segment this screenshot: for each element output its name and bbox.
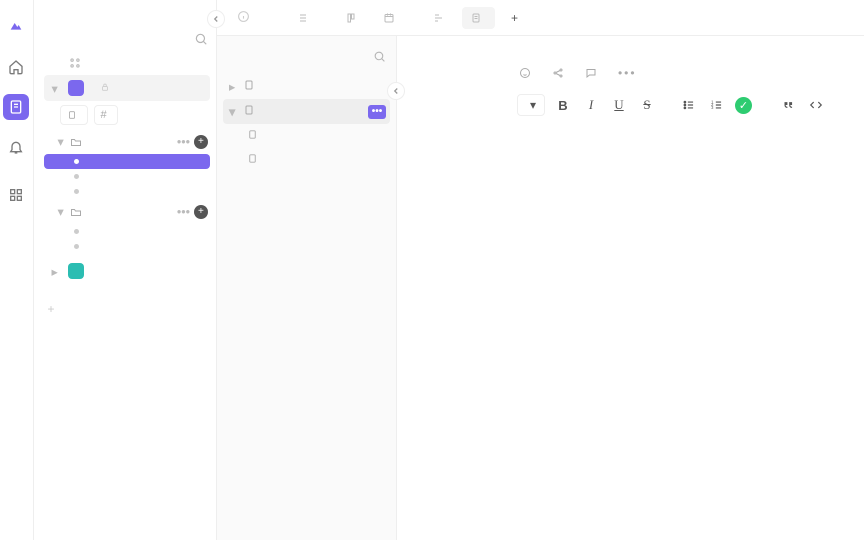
lock-icon xyxy=(100,81,110,95)
tab-calendar[interactable] xyxy=(375,7,421,29)
folder-class-management[interactable]: ▾ ••• + xyxy=(44,199,210,224)
page-so-many-kings[interactable] xyxy=(223,148,390,172)
grid-icon xyxy=(68,56,82,70)
comment-icon xyxy=(585,67,597,79)
docs-nav-icon[interactable] xyxy=(3,94,29,120)
main: + ▸ ▾ ••• xyxy=(217,0,864,540)
list-economics[interactable] xyxy=(44,184,210,199)
list-classes[interactable] xyxy=(44,224,210,239)
page-english-kings[interactable]: ▾ ••• xyxy=(223,99,390,124)
hidden-spaces-label[interactable] xyxy=(44,284,210,296)
sidebar: ▾ # ▾ ••• + xyxy=(34,0,217,540)
page-class-notes[interactable]: ▸ xyxy=(223,74,390,99)
tab-class-notes[interactable] xyxy=(462,7,495,29)
apps-icon[interactable] xyxy=(3,182,29,208)
bullet-icon xyxy=(74,244,79,249)
board-icon xyxy=(346,12,358,24)
document-area: ••• ▾ B I U S 123 ✓ xyxy=(397,36,864,540)
paragraph-style-select[interactable]: ▾ xyxy=(517,94,545,116)
chevron-right-icon: ▸ xyxy=(52,264,62,279)
comments-button[interactable] xyxy=(585,67,602,79)
add-icon[interactable]: + xyxy=(194,135,208,149)
search-icon[interactable] xyxy=(194,32,208,49)
gantt-icon xyxy=(433,12,445,24)
sidebar-collapse-icon[interactable] xyxy=(207,10,225,28)
numbered-list-button[interactable]: 123 xyxy=(707,95,727,115)
chevron-right-icon: ▸ xyxy=(229,79,237,94)
more-icon[interactable]: ••• xyxy=(177,135,190,149)
space-pills: # xyxy=(44,101,210,129)
folder-student[interactable]: ▾ ••• + xyxy=(44,129,210,154)
link-button[interactable] xyxy=(834,95,854,115)
share-icon xyxy=(552,67,564,79)
chevron-down-icon: ▾ xyxy=(58,204,64,219)
sidebar-everything[interactable] xyxy=(44,51,210,75)
tab-board[interactable] xyxy=(338,7,371,29)
tab-tests[interactable] xyxy=(288,7,334,29)
bullet-icon xyxy=(74,189,79,194)
code-button[interactable] xyxy=(806,95,826,115)
plus-icon: + xyxy=(48,302,55,316)
bullet-icon xyxy=(74,174,79,179)
doc-icon xyxy=(243,79,255,94)
italic-button[interactable]: I xyxy=(581,95,601,115)
list-icon xyxy=(296,12,308,24)
space-test[interactable]: ▸ xyxy=(44,258,210,284)
topbar: + xyxy=(217,0,864,36)
favorites-heading xyxy=(44,10,210,18)
spaces-heading xyxy=(46,37,50,45)
list-history-101[interactable] xyxy=(44,154,210,169)
more-icon[interactable]: ••• xyxy=(618,66,637,80)
folder-icon xyxy=(70,136,82,148)
strike-button[interactable]: S xyxy=(637,95,657,115)
checklist-button[interactable]: ✓ xyxy=(735,97,752,114)
list-assignment-submission[interactable] xyxy=(44,239,210,254)
page-henry-viii[interactable] xyxy=(223,124,390,148)
folder-icon xyxy=(70,206,82,218)
nav-rail xyxy=(0,0,34,540)
quote-button[interactable] xyxy=(778,95,798,115)
underline-button[interactable]: U xyxy=(609,95,629,115)
space-avatar-icon xyxy=(68,263,84,279)
calendar-icon xyxy=(383,12,395,24)
editor-toolbar: ▾ B I U S 123 ✓ xyxy=(517,90,854,126)
bulleted-list-button[interactable] xyxy=(679,95,699,115)
chat-pill[interactable]: # xyxy=(94,105,118,125)
doc-meta-row: ••• xyxy=(519,66,854,80)
search-icon[interactable] xyxy=(373,50,386,66)
bold-button[interactable]: B xyxy=(553,95,573,115)
add-space-button[interactable]: + xyxy=(44,296,210,318)
doc-icon xyxy=(247,153,258,167)
list-creative-writing[interactable] xyxy=(44,169,210,184)
chevron-down-icon: ▾ xyxy=(52,81,62,96)
add-page-button[interactable] xyxy=(223,172,390,182)
share-page-button[interactable] xyxy=(552,67,569,79)
chevron-down-icon: ▾ xyxy=(229,104,237,119)
add-icon-button[interactable] xyxy=(519,67,536,79)
home-icon[interactable] xyxy=(3,54,29,80)
plus-icon: + xyxy=(511,11,518,25)
page-options-icon[interactable]: ••• xyxy=(368,105,386,119)
pages-panel: ▸ ▾ ••• xyxy=(217,36,397,540)
bullet-icon xyxy=(74,159,79,164)
add-view-button[interactable]: + xyxy=(503,6,531,30)
doc-icon xyxy=(243,104,255,119)
app-logo-icon[interactable] xyxy=(3,14,29,40)
doc-icon xyxy=(470,12,482,24)
svg-text:3: 3 xyxy=(711,105,714,110)
doc-icon xyxy=(247,129,258,143)
add-icon[interactable]: + xyxy=(194,205,208,219)
smile-icon xyxy=(519,67,531,79)
docs-pill[interactable] xyxy=(60,105,88,125)
more-icon[interactable]: ••• xyxy=(177,205,190,219)
notifications-icon[interactable] xyxy=(3,134,29,160)
space-avatar-icon xyxy=(68,80,84,96)
info-icon[interactable] xyxy=(237,10,250,26)
space-student-test[interactable]: ▾ xyxy=(44,75,210,101)
bullet-icon xyxy=(74,229,79,234)
tab-gantt[interactable] xyxy=(425,7,458,29)
chevron-down-icon: ▾ xyxy=(530,98,536,112)
chevron-down-icon: ▾ xyxy=(58,134,64,149)
